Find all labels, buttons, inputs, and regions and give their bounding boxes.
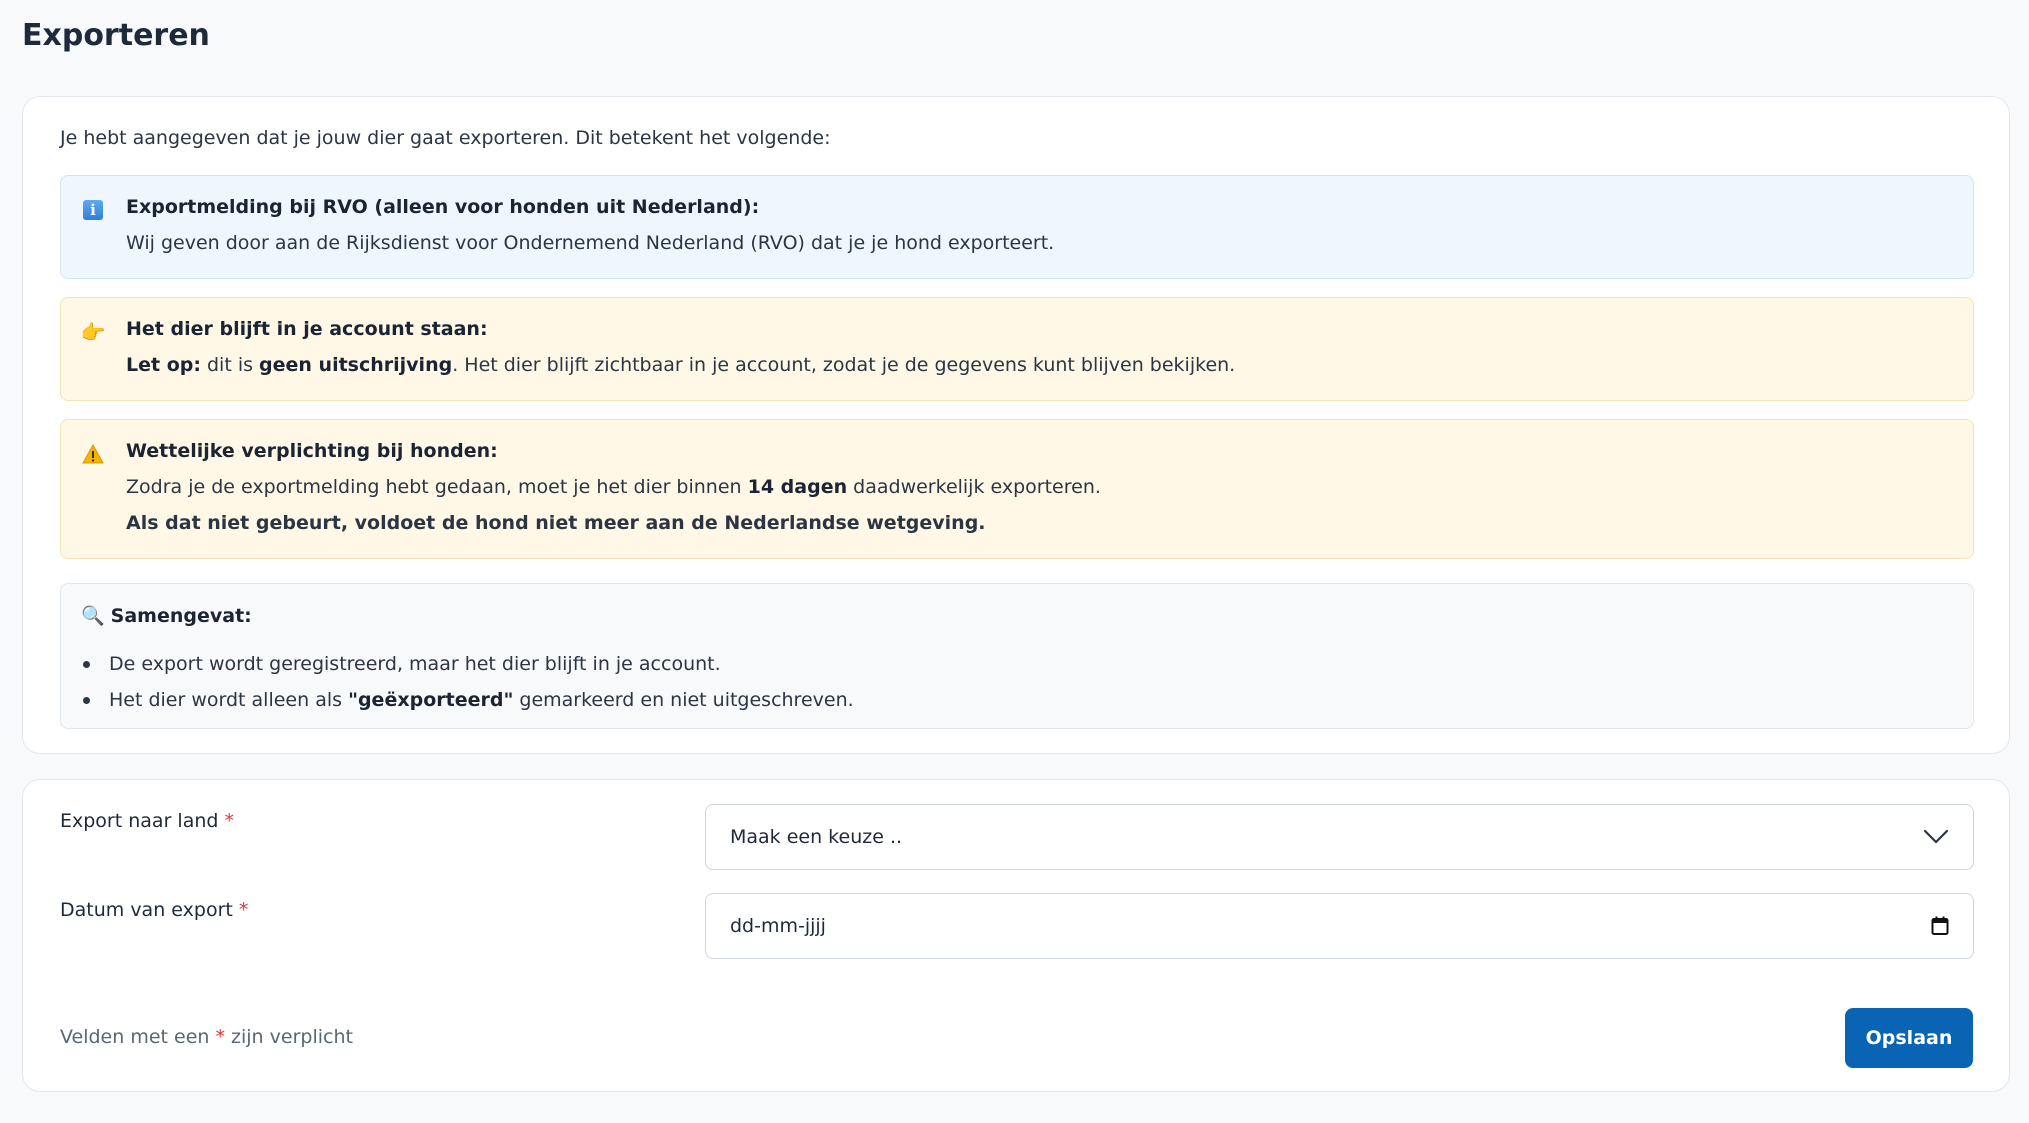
summary-heading-row: 🔍 Samengevat: <box>81 604 252 628</box>
export-date-input[interactable]: dd-mm-jjjj <box>705 893 1974 959</box>
account-heading: Het dier blijft in je account staan: <box>126 318 488 340</box>
fourteen-days-text: 14 dagen <box>747 476 848 498</box>
footnote-post: zijn verplicht <box>224 1026 353 1048</box>
legal-heading: Wettelijke verplichting bij honden: <box>126 440 498 462</box>
magnifier-icon: 🔍 <box>81 605 105 627</box>
letop-label: Let op: <box>126 354 201 376</box>
legal-notice: Wettelijke verplichting bij honden: Zodr… <box>60 419 1974 559</box>
calendar-icon[interactable] <box>1931 916 1949 936</box>
chevron-down-icon <box>1923 829 1949 845</box>
country-label-text: Export naar land <box>60 810 219 832</box>
country-select-value: Maak een keuze .. <box>730 826 903 848</box>
account-text-rest: . Het dier blijft zichtbaar in je accoun… <box>452 354 1236 376</box>
required-footnote: Velden met een * zijn verplicht <box>60 1026 353 1048</box>
date-input-value: dd-mm-jjjj <box>730 915 826 937</box>
country-label: Export naar land * <box>60 810 234 832</box>
list-item: Het dier wordt alleen als "geëxporteerd"… <box>81 682 854 718</box>
summary-box: 🔍 Samengevat: De export wordt geregistre… <box>60 583 1974 729</box>
exported-status-text: "geëxporteerd" <box>348 689 514 711</box>
summary-item2-post: gemarkeerd en niet uitgeschreven. <box>513 689 854 711</box>
warning-icon <box>81 442 105 466</box>
required-asterisk: * <box>215 1026 225 1048</box>
no-deregistration-text: geen uitschrijving <box>259 354 453 376</box>
date-label-text: Datum van export <box>60 899 233 921</box>
rvo-heading: Exportmelding bij RVO (alleen voor honde… <box>126 196 760 218</box>
summary-heading: Samengevat: <box>110 604 252 627</box>
account-notice: 👉 Het dier blijft in je account staan: L… <box>60 297 1974 401</box>
legal-text-post: daadwerkelijk exporteren. <box>847 476 1101 498</box>
page-title: Exporteren <box>22 18 210 53</box>
export-form-card: Export naar land * Maak een keuze .. Dat… <box>22 779 2010 1092</box>
footnote-pre: Velden met een <box>60 1026 216 1048</box>
date-label: Datum van export * <box>60 899 248 921</box>
summary-list: De export wordt geregistreerd, maar het … <box>81 646 854 718</box>
legal-text-pre: Zodra je de exportmelding hebt gedaan, m… <box>126 476 748 498</box>
country-select[interactable]: Maak een keuze .. <box>705 804 1974 870</box>
required-asterisk: * <box>238 899 249 921</box>
legal-consequence: Als dat niet gebeurt, voldoet de hond ni… <box>126 512 986 534</box>
save-button[interactable]: Opslaan <box>1845 1008 1973 1068</box>
intro-text: Je hebt aangegeven dat je jouw dier gaat… <box>60 127 831 149</box>
account-text: Let op: dit is geen uitschrijving. Het d… <box>126 354 1235 376</box>
export-page: Exporteren Je hebt aangegeven dat je jou… <box>0 0 2029 1123</box>
summary-item2-pre: Het dier wordt alleen als <box>109 689 349 711</box>
legal-text: Zodra je de exportmelding hebt gedaan, m… <box>126 476 1101 498</box>
pointing-hand-icon: 👉 <box>80 320 106 344</box>
rvo-text: Wij geven door aan de Rijksdienst voor O… <box>126 232 1055 254</box>
info-icon: i <box>81 198 105 222</box>
required-asterisk: * <box>224 810 235 832</box>
list-item: De export wordt geregistreerd, maar het … <box>81 646 854 682</box>
rvo-notice: i Exportmelding bij RVO (alleen voor hon… <box>60 175 1974 279</box>
export-info-card: Je hebt aangegeven dat je jouw dier gaat… <box>22 96 2010 754</box>
account-text-mid: dit is <box>200 354 260 376</box>
